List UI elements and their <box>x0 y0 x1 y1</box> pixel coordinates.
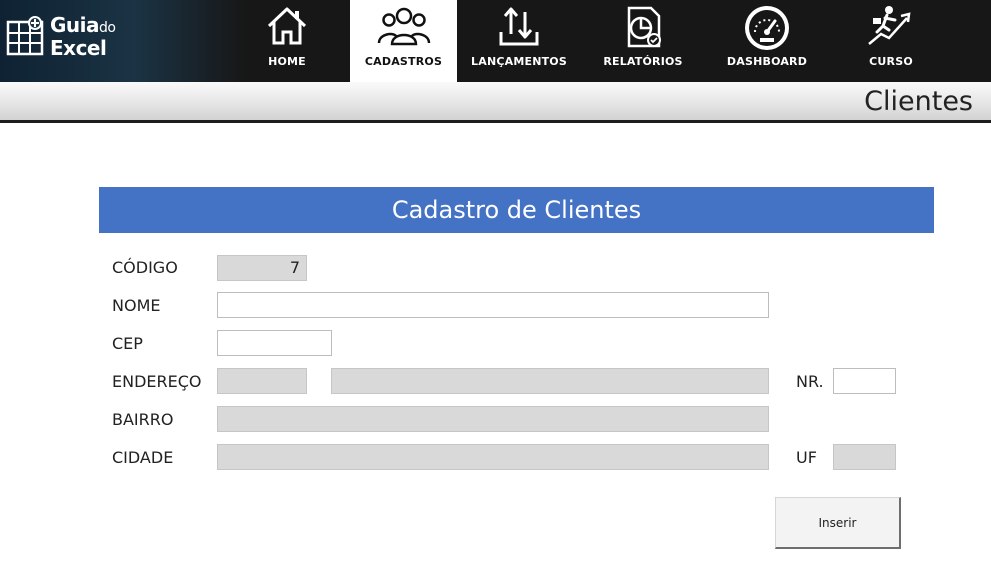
label-endereco: ENDEREÇO <box>112 372 202 391</box>
label-nr: NR. <box>796 372 824 391</box>
users-group-icon <box>377 7 430 46</box>
nav-item-lancamentos[interactable]: LANÇAMENTOS <box>465 0 573 82</box>
report-chart-icon <box>627 6 661 48</box>
runner-growth-icon <box>868 6 911 45</box>
spreadsheet-logo-icon <box>6 16 44 56</box>
label-nome: NOME <box>112 296 161 315</box>
nav-item-home[interactable]: HOME <box>245 0 329 82</box>
nav-label-dashboard: DASHBOARD <box>726 55 808 68</box>
nav-label-home: HOME <box>268 55 306 68</box>
transfer-arrows-icon <box>499 7 539 46</box>
page-title: Clientes <box>864 86 973 117</box>
label-uf: UF <box>796 448 817 467</box>
house-icon <box>267 7 307 45</box>
nav-label-curso: CURSO <box>869 55 913 68</box>
bairro-field <box>217 406 769 432</box>
nome-input[interactable] <box>217 292 769 318</box>
endereco-tipo-field <box>217 368 307 394</box>
label-codigo: CÓDIGO <box>112 258 178 277</box>
nav-item-relatorios[interactable]: RELATÓRIOS <box>596 0 690 82</box>
brand-text: Guiado Excel <box>50 13 116 60</box>
nav-item-dashboard[interactable]: DASHBOARD <box>720 0 814 82</box>
nr-input[interactable] <box>833 368 896 394</box>
nav-label-relatorios: RELATÓRIOS <box>603 55 683 68</box>
brand-line2: Excel <box>50 36 107 60</box>
brand-line1-small: do <box>99 20 116 36</box>
endereco-field <box>331 368 769 394</box>
codigo-field: 7 <box>217 255 307 281</box>
speedometer-icon <box>745 6 789 50</box>
cidade-field <box>217 444 769 470</box>
nav-label-cadastros: CADASTROS <box>364 55 443 68</box>
form-title-banner: Cadastro de Clientes <box>99 187 934 233</box>
nav-item-cadastros[interactable]: CADASTROS <box>350 0 457 82</box>
label-cidade: CIDADE <box>112 448 174 467</box>
label-bairro: BAIRRO <box>112 410 174 429</box>
brand-line1: Guia <box>50 13 100 37</box>
top-navigation: Guiado Excel HOME CADASTROS LANÇAMENTOS <box>0 0 991 82</box>
label-cep: CEP <box>112 334 143 353</box>
uf-field <box>833 444 896 470</box>
cep-input[interactable] <box>217 330 332 356</box>
page-header: Clientes <box>0 82 991 123</box>
brand-logo[interactable]: Guiado Excel <box>0 0 245 82</box>
nav-item-curso[interactable]: CURSO <box>850 0 932 82</box>
inserir-button[interactable]: Inserir <box>775 497 901 549</box>
nav-label-lancamentos: LANÇAMENTOS <box>471 55 567 68</box>
